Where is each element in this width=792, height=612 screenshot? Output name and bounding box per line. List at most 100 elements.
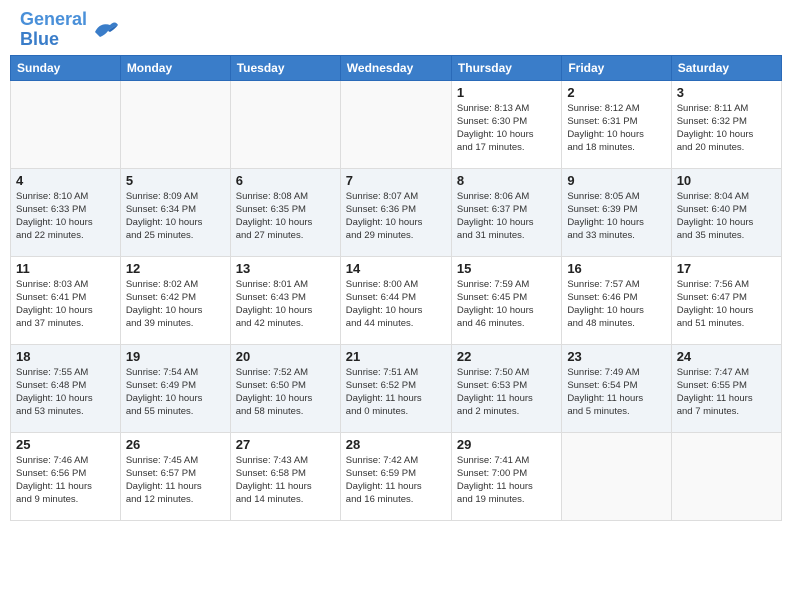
calendar-cell: 13 Sunrise: 8:01 AMSunset: 6:43 PMDayligh… (230, 256, 340, 344)
week-row-2: 4 Sunrise: 8:10 AMSunset: 6:33 PMDaylight… (11, 168, 782, 256)
day-info: Sunrise: 8:08 AMSunset: 6:35 PMDaylight:… (236, 190, 335, 243)
day-info: Sunrise: 8:04 AMSunset: 6:40 PMDaylight:… (677, 190, 776, 243)
calendar-cell: 2Sunrise: 8:12 AMSunset: 6:31 PMDaylight… (562, 80, 671, 168)
calendar-cell: 15 Sunrise: 7:59 AMSunset: 6:45 PMDayligh… (451, 256, 561, 344)
calendar-cell (340, 80, 451, 168)
col-header-tuesday: Tuesday (230, 55, 340, 80)
day-number: 22 (457, 349, 556, 364)
day-number: 7 (346, 173, 446, 188)
day-number: 23 (567, 349, 665, 364)
calendar-cell: 5 Sunrise: 8:09 AMSunset: 6:34 PMDaylight… (120, 168, 230, 256)
day-info: Sunrise: 7:49 AMSunset: 6:54 PMDaylight:… (567, 366, 665, 419)
calendar-cell: 16 Sunrise: 7:57 AMSunset: 6:46 PMDayligh… (562, 256, 671, 344)
day-info: Sunrise: 8:05 AMSunset: 6:39 PMDaylight:… (567, 190, 665, 243)
calendar-cell (562, 432, 671, 520)
day-number: 27 (236, 437, 335, 452)
day-info: Sunrise: 8:12 AMSunset: 6:31 PMDaylight:… (567, 102, 665, 155)
col-header-monday: Monday (120, 55, 230, 80)
calendar-cell: 22 Sunrise: 7:50 AMSunset: 6:53 PMDayligh… (451, 344, 561, 432)
logo: General Blue (20, 10, 120, 50)
day-number: 10 (677, 173, 776, 188)
day-number: 21 (346, 349, 446, 364)
calendar-cell: 8Sunrise: 8:06 AMSunset: 6:37 PMDaylight… (451, 168, 561, 256)
day-info: Sunrise: 7:42 AMSunset: 6:59 PMDaylight:… (346, 454, 446, 507)
day-info: Sunrise: 8:09 AMSunset: 6:34 PMDaylight:… (126, 190, 225, 243)
calendar-cell: 25Sunrise: 7:46 AMSunset: 6:56 PMDayligh… (11, 432, 121, 520)
day-number: 3 (677, 85, 776, 100)
calendar-cell (230, 80, 340, 168)
day-number: 24 (677, 349, 776, 364)
day-info: Sunrise: 7:55 AMSunset: 6:48 PMDaylight:… (16, 366, 115, 419)
calendar-cell: 17Sunrise: 7:56 AMSunset: 6:47 PMDayligh… (671, 256, 781, 344)
day-number: 13 (236, 261, 335, 276)
week-row-5: 25Sunrise: 7:46 AMSunset: 6:56 PMDayligh… (11, 432, 782, 520)
day-number: 9 (567, 173, 665, 188)
col-header-saturday: Saturday (671, 55, 781, 80)
calendar-cell: 24 Sunrise: 7:47 AMSunset: 6:55 PMDayligh… (671, 344, 781, 432)
day-info: Sunrise: 7:59 AMSunset: 6:45 PMDaylight:… (457, 278, 556, 331)
header-row: SundayMondayTuesdayWednesdayThursdayFrid… (11, 55, 782, 80)
day-info: Sunrise: 7:57 AMSunset: 6:46 PMDaylight:… (567, 278, 665, 331)
day-info: Sunrise: 8:01 AMSunset: 6:43 PMDaylight:… (236, 278, 335, 331)
calendar-cell: 3 Sunrise: 8:11 AMSunset: 6:32 PMDaylight… (671, 80, 781, 168)
day-info: Sunrise: 8:11 AMSunset: 6:32 PMDaylight:… (677, 102, 776, 155)
day-number: 5 (126, 173, 225, 188)
col-header-friday: Friday (562, 55, 671, 80)
day-info: Sunrise: 7:47 AMSunset: 6:55 PMDaylight:… (677, 366, 776, 419)
day-info: Sunrise: 7:41 AMSunset: 7:00 PMDaylight:… (457, 454, 556, 507)
day-info: Sunrise: 7:56 AMSunset: 6:47 PMDaylight:… (677, 278, 776, 331)
day-number: 20 (236, 349, 335, 364)
day-info: Sunrise: 8:07 AMSunset: 6:36 PMDaylight:… (346, 190, 446, 243)
col-header-sunday: Sunday (11, 55, 121, 80)
col-header-wednesday: Wednesday (340, 55, 451, 80)
calendar-cell: 10 Sunrise: 8:04 AMSunset: 6:40 PMDayligh… (671, 168, 781, 256)
logo-general: General (20, 9, 87, 29)
calendar-cell (671, 432, 781, 520)
day-number: 29 (457, 437, 556, 452)
day-info: Sunrise: 8:03 AMSunset: 6:41 PMDaylight:… (16, 278, 115, 331)
calendar-cell: 12 Sunrise: 8:02 AMSunset: 6:42 PMDayligh… (120, 256, 230, 344)
calendar-cell: 26Sunrise: 7:45 AMSunset: 6:57 PMDayligh… (120, 432, 230, 520)
week-row-3: 11 Sunrise: 8:03 AMSunset: 6:41 PMDayligh… (11, 256, 782, 344)
calendar-cell: 21Sunrise: 7:51 AMSunset: 6:52 PMDayligh… (340, 344, 451, 432)
page-header: General Blue (0, 0, 792, 55)
calendar-cell (120, 80, 230, 168)
day-number: 15 (457, 261, 556, 276)
day-number: 12 (126, 261, 225, 276)
calendar-cell (11, 80, 121, 168)
day-number: 25 (16, 437, 115, 452)
day-number: 18 (16, 349, 115, 364)
col-header-thursday: Thursday (451, 55, 561, 80)
day-info: Sunrise: 7:43 AMSunset: 6:58 PMDaylight:… (236, 454, 335, 507)
day-number: 19 (126, 349, 225, 364)
day-info: Sunrise: 7:52 AMSunset: 6:50 PMDaylight:… (236, 366, 335, 419)
day-info: Sunrise: 7:45 AMSunset: 6:57 PMDaylight:… (126, 454, 225, 507)
calendar-cell: 18 Sunrise: 7:55 AMSunset: 6:48 PMDayligh… (11, 344, 121, 432)
day-number: 6 (236, 173, 335, 188)
day-info: Sunrise: 8:02 AMSunset: 6:42 PMDaylight:… (126, 278, 225, 331)
day-info: Sunrise: 8:00 AMSunset: 6:44 PMDaylight:… (346, 278, 446, 331)
week-row-4: 18 Sunrise: 7:55 AMSunset: 6:48 PMDayligh… (11, 344, 782, 432)
calendar-cell: 20 Sunrise: 7:52 AMSunset: 6:50 PMDayligh… (230, 344, 340, 432)
calendar-cell: 14 Sunrise: 8:00 AMSunset: 6:44 PMDayligh… (340, 256, 451, 344)
day-info: Sunrise: 7:50 AMSunset: 6:53 PMDaylight:… (457, 366, 556, 419)
day-info: Sunrise: 8:06 AMSunset: 6:37 PMDaylight:… (457, 190, 556, 243)
day-info: Sunrise: 7:54 AMSunset: 6:49 PMDaylight:… (126, 366, 225, 419)
logo-bird-icon (90, 17, 120, 42)
calendar-cell: 6 Sunrise: 8:08 AMSunset: 6:35 PMDaylight… (230, 168, 340, 256)
day-number: 28 (346, 437, 446, 452)
day-number: 14 (346, 261, 446, 276)
calendar-cell: 1Sunrise: 8:13 AMSunset: 6:30 PMDaylight… (451, 80, 561, 168)
day-number: 11 (16, 261, 115, 276)
day-number: 16 (567, 261, 665, 276)
week-row-1: 1Sunrise: 8:13 AMSunset: 6:30 PMDaylight… (11, 80, 782, 168)
calendar-cell: 7 Sunrise: 8:07 AMSunset: 6:36 PMDaylight… (340, 168, 451, 256)
calendar-cell: 4 Sunrise: 8:10 AMSunset: 6:33 PMDaylight… (11, 168, 121, 256)
calendar-cell: 23 Sunrise: 7:49 AMSunset: 6:54 PMDayligh… (562, 344, 671, 432)
calendar-cell: 27 Sunrise: 7:43 AMSunset: 6:58 PMDayligh… (230, 432, 340, 520)
calendar-cell: 9 Sunrise: 8:05 AMSunset: 6:39 PMDaylight… (562, 168, 671, 256)
calendar-cell: 11 Sunrise: 8:03 AMSunset: 6:41 PMDayligh… (11, 256, 121, 344)
day-info: Sunrise: 8:10 AMSunset: 6:33 PMDaylight:… (16, 190, 115, 243)
day-number: 4 (16, 173, 115, 188)
day-number: 1 (457, 85, 556, 100)
